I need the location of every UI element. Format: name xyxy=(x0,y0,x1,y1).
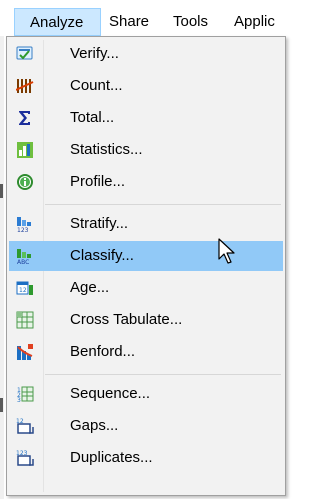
menu-item-label: Cross Tabulate... xyxy=(70,311,183,328)
cross-tabulate-icon xyxy=(16,311,34,329)
menu-item-verify[interactable]: Verify... xyxy=(9,39,283,69)
menu-item-label: Benford... xyxy=(70,343,136,360)
menu-item-count[interactable]: Count... xyxy=(9,71,283,101)
profile-icon xyxy=(16,173,34,191)
menu-item-label: Statistics... xyxy=(70,141,143,158)
age-icon: 12 xyxy=(16,279,34,297)
menu-item-label: Age... xyxy=(70,279,110,296)
menu-item-label: Duplicates... xyxy=(70,449,153,466)
window-edge-mark xyxy=(0,184,3,198)
benford-icon xyxy=(16,343,34,361)
svg-text:123: 123 xyxy=(17,227,29,233)
menu-item-label: Total... xyxy=(70,109,115,126)
svg-text:ABC: ABC xyxy=(17,259,29,265)
mouse-cursor-icon xyxy=(218,238,238,266)
menu-item-benford[interactable]: Benford... xyxy=(9,337,283,367)
menu-item-label: Verify... xyxy=(70,45,119,62)
menu-item-total[interactable]: Total... xyxy=(9,103,283,133)
menu-item-label: Count... xyxy=(70,77,123,94)
analyze-dropdown-menu: Verify... Count... Total... Statistics..… xyxy=(6,36,286,496)
menu-item-cross-tabulate[interactable]: Cross Tabulate... xyxy=(9,305,283,335)
svg-text:3: 3 xyxy=(17,397,21,403)
menu-item-label: Classify... xyxy=(70,247,134,264)
menu-item-profile[interactable]: Profile... xyxy=(9,167,283,197)
menu-bar: Analyze Share Tools Applic xyxy=(0,0,294,36)
background-window-edge xyxy=(0,36,4,499)
window-edge-mark xyxy=(0,398,3,412)
gaps-icon: 12 xyxy=(16,417,34,435)
menu-separator xyxy=(45,204,281,205)
menu-item-age[interactable]: 12 Age... xyxy=(9,273,283,303)
stratify-icon: 123 xyxy=(16,215,34,234)
menu-share[interactable]: Share xyxy=(109,8,149,36)
menu-item-label: Gaps... xyxy=(70,417,119,434)
menu-separator xyxy=(45,374,281,375)
svg-text:12: 12 xyxy=(19,287,27,294)
count-icon xyxy=(15,77,34,95)
menu-item-label: Stratify... xyxy=(70,215,129,232)
menu-item-gaps[interactable]: 12 Gaps... xyxy=(9,411,283,441)
menu-item-statistics[interactable]: Statistics... xyxy=(9,135,283,165)
classify-icon: ABC xyxy=(16,247,34,266)
menu-item-classify[interactable]: ABC Classify... xyxy=(9,241,283,271)
menu-item-duplicates[interactable]: 123 Duplicates... xyxy=(9,443,283,473)
menu-item-label: Profile... xyxy=(70,173,126,190)
duplicates-icon: 123 xyxy=(16,449,34,467)
menu-item-stratify[interactable]: 123 Stratify... xyxy=(9,209,283,239)
verify-icon xyxy=(16,45,34,63)
statistics-icon xyxy=(16,141,34,159)
sigma-icon xyxy=(16,109,34,127)
menu-applications[interactable]: Applic xyxy=(234,8,275,36)
menu-analyze[interactable]: Analyze xyxy=(14,8,101,36)
menu-item-sequence[interactable]: 1 2 3 Sequence... xyxy=(9,379,283,409)
menu-item-label: Sequence... xyxy=(70,385,151,402)
sequence-icon: 1 2 3 xyxy=(16,385,34,404)
menu-tools[interactable]: Tools xyxy=(173,8,208,36)
